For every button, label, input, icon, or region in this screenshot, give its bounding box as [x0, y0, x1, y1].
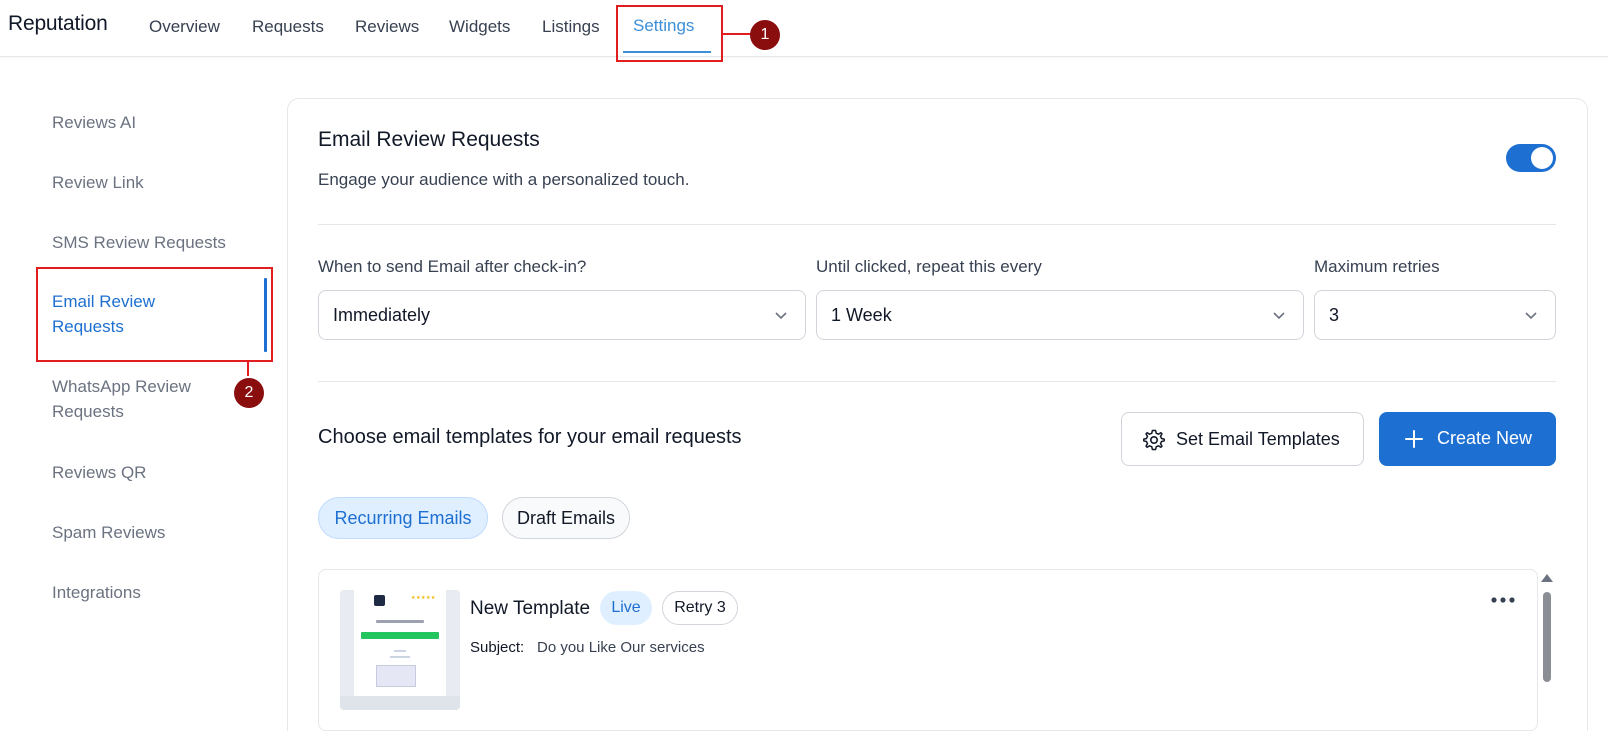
toggle-knob	[1531, 147, 1553, 169]
page-title: Email Review Requests	[318, 128, 540, 151]
template-name: New Template	[470, 598, 591, 619]
annotation-box-settings	[616, 5, 723, 62]
gear-icon	[1143, 429, 1165, 451]
annotation-badge-2: 2	[234, 378, 264, 408]
sidebar-item-spam-reviews[interactable]: Spam Reviews	[52, 520, 252, 545]
thumbnail-logo	[374, 595, 385, 606]
annotation-connector	[247, 362, 249, 376]
sidebar-item-sms-review-requests[interactable]: SMS Review Requests	[52, 230, 252, 255]
more-options-icon[interactable]	[1488, 592, 1518, 608]
plus-icon	[1405, 430, 1423, 448]
set-email-templates-button[interactable]: Set Email Templates	[1121, 412, 1364, 466]
send-delay-select[interactable]: Immediately	[318, 290, 806, 340]
tab-reviews[interactable]: Reviews	[355, 17, 419, 37]
thumbnail-image	[376, 665, 416, 687]
annotation-connector	[723, 33, 753, 35]
chevron-down-icon	[1525, 312, 1537, 320]
status-badge: Live	[600, 591, 652, 625]
max-retries-select[interactable]: 3	[1314, 290, 1556, 340]
divider	[318, 224, 1556, 225]
tab-overview[interactable]: Overview	[149, 17, 220, 37]
tab-requests[interactable]: Requests	[252, 17, 324, 37]
template-thumbnail[interactable]: ★★★★★	[340, 590, 460, 710]
annotation-box-email-requests	[36, 267, 273, 362]
tab-listings[interactable]: Listings	[542, 17, 600, 37]
enable-toggle[interactable]	[1506, 144, 1556, 172]
tab-widgets[interactable]: Widgets	[449, 17, 510, 37]
tab-draft-emails[interactable]: Draft Emails	[502, 497, 630, 539]
thumbnail-text-line	[390, 656, 410, 658]
max-retries-value: 3	[1329, 305, 1340, 325]
thumbnail-green-button	[361, 632, 439, 639]
retry-badge: Retry 3	[662, 591, 738, 625]
annotation-badge-1: 1	[750, 20, 780, 50]
sidebar-item-reviews-qr[interactable]: Reviews QR	[52, 460, 252, 485]
repeat-interval-select[interactable]: 1 Week	[816, 290, 1304, 340]
thumbnail-text-line	[394, 650, 406, 652]
page-subtitle: Engage your audience with a personalized…	[318, 170, 690, 189]
scrollbar-thumb[interactable]	[1543, 592, 1551, 682]
repeat-interval-value: 1 Week	[831, 305, 892, 325]
sidebar-item-reviews-ai[interactable]: Reviews AI	[52, 110, 252, 135]
thumbnail-footer	[340, 696, 460, 710]
max-retries-label: Maximum retries	[1314, 257, 1440, 276]
send-delay-label: When to send Email after check-in?	[318, 257, 587, 276]
tab-recurring-emails[interactable]: Recurring Emails	[318, 497, 488, 539]
send-delay-value: Immediately	[333, 305, 431, 325]
subject-value: Do you Like Our services	[537, 639, 705, 656]
thumbnail-email-body: ★★★★★	[354, 590, 446, 710]
scroll-up-arrow-icon[interactable]	[1541, 574, 1553, 582]
create-new-label: Create New	[1437, 428, 1533, 448]
star-rating-icon: ★★★★★	[411, 595, 436, 601]
chevron-down-icon	[775, 312, 787, 320]
set-email-templates-label: Set Email Templates	[1176, 429, 1340, 449]
app-title: Reputation	[8, 12, 108, 35]
subject-label: Subject:	[470, 639, 525, 656]
create-new-button[interactable]: Create New	[1379, 412, 1556, 466]
sidebar-item-integrations[interactable]: Integrations	[52, 580, 252, 605]
sidebar-item-review-link[interactable]: Review Link	[52, 170, 252, 195]
thumbnail-text-line	[376, 620, 424, 623]
chevron-down-icon	[1273, 312, 1285, 320]
repeat-interval-label: Until clicked, repeat this every	[816, 257, 1042, 276]
divider	[318, 381, 1556, 382]
top-nav: Reputation Overview Requests Reviews Wid…	[0, 0, 1608, 57]
sidebar-item-whatsapp-review-requests[interactable]: WhatsApp Review Requests	[52, 374, 232, 424]
templates-heading: Choose email templates for your email re…	[318, 426, 742, 448]
